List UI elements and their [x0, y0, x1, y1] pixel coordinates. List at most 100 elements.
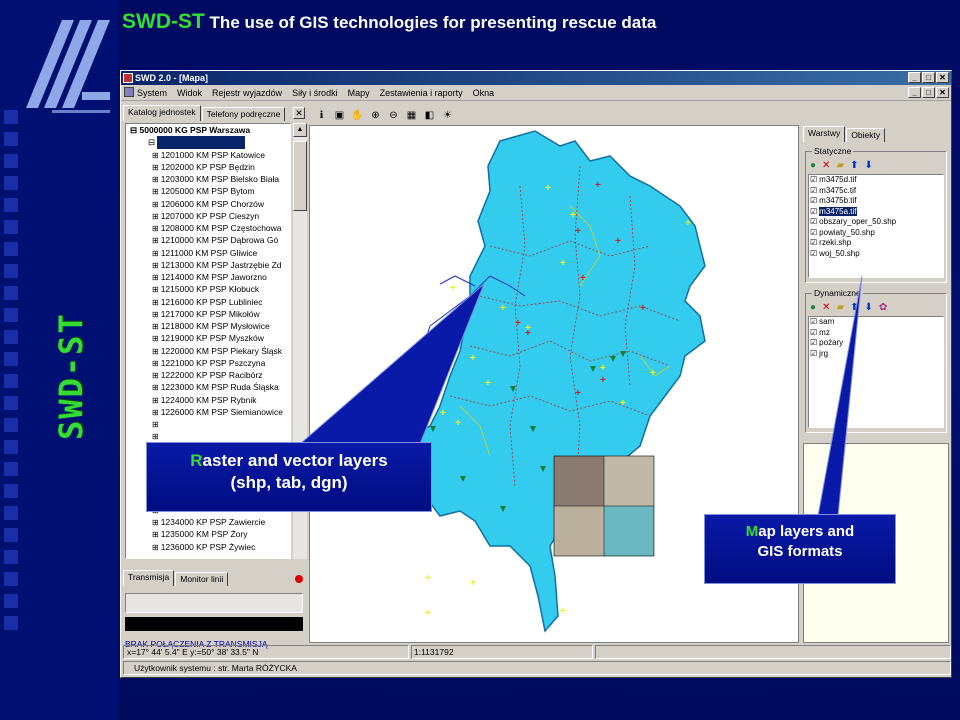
svg-text:+: +	[470, 578, 476, 589]
tree-item[interactable]: 1219000 KP PSP Myszków	[126, 332, 290, 344]
slide-title-prefix: SWD-ST	[122, 10, 205, 33]
bulb-icon[interactable]: ☀	[441, 109, 454, 122]
maximize-button[interactable]: □	[922, 72, 935, 83]
arrow-down-icon[interactable]: ⬇	[865, 160, 873, 171]
arrow-up-icon[interactable]: ⬆	[850, 302, 858, 313]
layer-item[interactable]: woj_50.shp	[809, 249, 943, 260]
pan-icon[interactable]: ✋	[351, 109, 364, 122]
child-maximize-button[interactable]: □	[922, 87, 935, 98]
tree-item[interactable]: 1221000 KP PSP Pszczyna	[126, 357, 290, 369]
zoom-out-icon[interactable]: ⊖	[387, 109, 400, 122]
globe-icon[interactable]: ●	[810, 302, 816, 313]
tree-item[interactable]: 1203000 KM PSP Bielsko Biała	[126, 173, 290, 185]
layer-icon[interactable]: ◧	[423, 109, 436, 122]
layer-item[interactable]: mz	[809, 328, 943, 339]
layer-item[interactable]: rzeki.shp	[809, 238, 943, 249]
callout-text: ap layers and	[758, 523, 855, 540]
layer-item[interactable]: m3475d.tif	[809, 175, 943, 186]
raster-tiles	[553, 455, 655, 557]
menu-widok[interactable]: Widok	[177, 88, 202, 98]
menu-zestawienia[interactable]: Zestawienia i raporty	[380, 88, 463, 98]
layer-item[interactable]: sam	[809, 317, 943, 328]
callout-initial: R	[190, 451, 203, 470]
tree-item[interactable]: 1201000 KM PSP Katowice	[126, 149, 290, 161]
tab-obiekty[interactable]: Obiekty	[846, 128, 886, 142]
static-layer-list[interactable]: m3475d.tif m3475c.tif m3475b.tif m3475a.…	[808, 174, 944, 278]
menu-mapy[interactable]: Mapy	[348, 88, 370, 98]
menu-sily[interactable]: Siły i środki	[292, 88, 338, 98]
tab-telefony[interactable]: Telefony podręczne	[201, 107, 286, 121]
select-icon[interactable]: ▣	[333, 109, 346, 122]
scroll-thumb[interactable]	[293, 141, 307, 211]
tree-item[interactable]: 1207000 KP PSP Cieszyn	[126, 210, 290, 222]
close-button[interactable]: ✕	[936, 72, 949, 83]
menu-system[interactable]: System	[137, 88, 167, 98]
arrow-down-icon[interactable]: ⬇	[865, 302, 873, 313]
layer-item-selected[interactable]: m3475a.tif	[809, 206, 943, 218]
tree-item[interactable]: 1222000 KP PSP Racibórz	[126, 369, 290, 381]
tree-item[interactable]: 1224000 KM PSP Rybnik	[126, 394, 290, 406]
window-titlebar[interactable]: SWD 2.0 - [Mapa] _ □ ✕	[121, 71, 951, 85]
tree-item[interactable]: 1220000 KM PSP Piekary Śląsk	[126, 345, 290, 357]
dynamic-layer-list[interactable]: sam mz pożary jrg	[808, 316, 944, 428]
tree-item[interactable]: 1226000 KM PSP Siemianowice	[126, 406, 290, 418]
tree-item[interactable]: 1216000 KP PSP Lubliniec	[126, 296, 290, 308]
svg-text:+: +	[580, 273, 586, 284]
tree-item[interactable]: 1217000 KP PSP Mikołów	[126, 308, 290, 320]
tree-item[interactable]: 1205000 KM PSP Bytom	[126, 185, 290, 197]
layer-item[interactable]: m3475b.tif	[809, 196, 943, 207]
tree-item[interactable]: 1208000 KM PSP Częstochowa	[126, 222, 290, 234]
globe-icon[interactable]: ●	[810, 160, 816, 171]
panel-close-icon[interactable]: ✕	[293, 107, 305, 119]
logo-icon	[26, 20, 110, 113]
svg-text:+: +	[450, 283, 456, 294]
layer-item[interactable]: pożary	[809, 338, 943, 349]
delete-icon[interactable]: ✕	[822, 302, 830, 313]
layer-item[interactable]: m3475c.tif	[809, 186, 943, 197]
child-minimize-button[interactable]: _	[908, 87, 921, 98]
tree-item-hidden[interactable]	[126, 418, 290, 430]
tab-monitor-linii[interactable]: Monitor linii	[175, 572, 229, 586]
status-empty	[595, 645, 951, 659]
tree-item[interactable]: 1215000 KP PSP Kłobuck	[126, 283, 290, 295]
svg-text:+: +	[440, 408, 446, 419]
tree-selected-item[interactable]: ⊟ _	[126, 136, 290, 149]
tree-item[interactable]: 1202000 KP PSP Będzin	[126, 161, 290, 173]
tab-transmisja[interactable]: Transmisja	[123, 570, 175, 586]
delete-icon[interactable]: ✕	[822, 160, 830, 171]
menu-rejestr[interactable]: Rejestr wyjazdów	[212, 88, 282, 98]
full-extent-icon[interactable]: ▦	[405, 109, 418, 122]
tab-katalog[interactable]: Katalog jednostek	[123, 105, 201, 121]
callout-line2: (shp, tab, dgn)	[230, 473, 348, 492]
tree-item-hidden[interactable]	[126, 430, 290, 442]
tree-item[interactable]: 1234000 KP PSP Zawiercie	[126, 516, 290, 528]
tree-item[interactable]: 1223000 KM PSP Ruda Śląska	[126, 381, 290, 393]
menu-okna[interactable]: Okna	[473, 88, 495, 98]
folder-icon[interactable]: ▰	[836, 160, 844, 171]
tree-item[interactable]: 1235000 KM PSP Żory	[126, 528, 290, 540]
layer-item[interactable]: obszary_oper_50.shp	[809, 217, 943, 228]
tree-root[interactable]: ⊟ 5000000 KG PSP Warszawa	[126, 124, 290, 136]
scroll-up-icon[interactable]: ▲	[293, 123, 307, 137]
arrow-up-icon[interactable]: ⬆	[850, 160, 858, 171]
map-layers-callout: Map layers and GIS formats	[704, 514, 896, 584]
tree-item[interactable]: 1218000 KM PSP Mysłowice	[126, 320, 290, 332]
tree-item[interactable]: 1236000 KP PSP Żywiec	[126, 541, 290, 553]
child-close-button[interactable]: ✕	[936, 87, 949, 98]
tab-warstwy[interactable]: Warstwy	[803, 126, 846, 142]
tree-item[interactable]: 1214000 KM PSP Jaworzno	[126, 271, 290, 283]
layer-item[interactable]: jrg	[809, 349, 943, 360]
minimize-button[interactable]: _	[908, 72, 921, 83]
tree-item[interactable]: 1213000 KM PSP Jastrzębie Zd	[126, 259, 290, 271]
zoom-in-icon[interactable]: ⊕	[369, 109, 382, 122]
tree-item[interactable]: 1206000 KM PSP Chorzów	[126, 198, 290, 210]
svg-text:+: +	[545, 183, 551, 194]
tree-item[interactable]: 1210000 KM PSP Dąbrowa Gó	[126, 234, 290, 246]
svg-text:+: +	[570, 210, 576, 221]
folder-icon[interactable]: ▰	[836, 302, 844, 313]
layer-item[interactable]: powiaty_50.shp	[809, 228, 943, 239]
info-icon[interactable]: ℹ	[315, 109, 328, 122]
tree-item[interactable]: 1211000 KM PSP Gliwice	[126, 247, 290, 259]
properties-icon[interactable]: ✿	[879, 302, 887, 313]
svg-text:+: +	[640, 303, 646, 314]
